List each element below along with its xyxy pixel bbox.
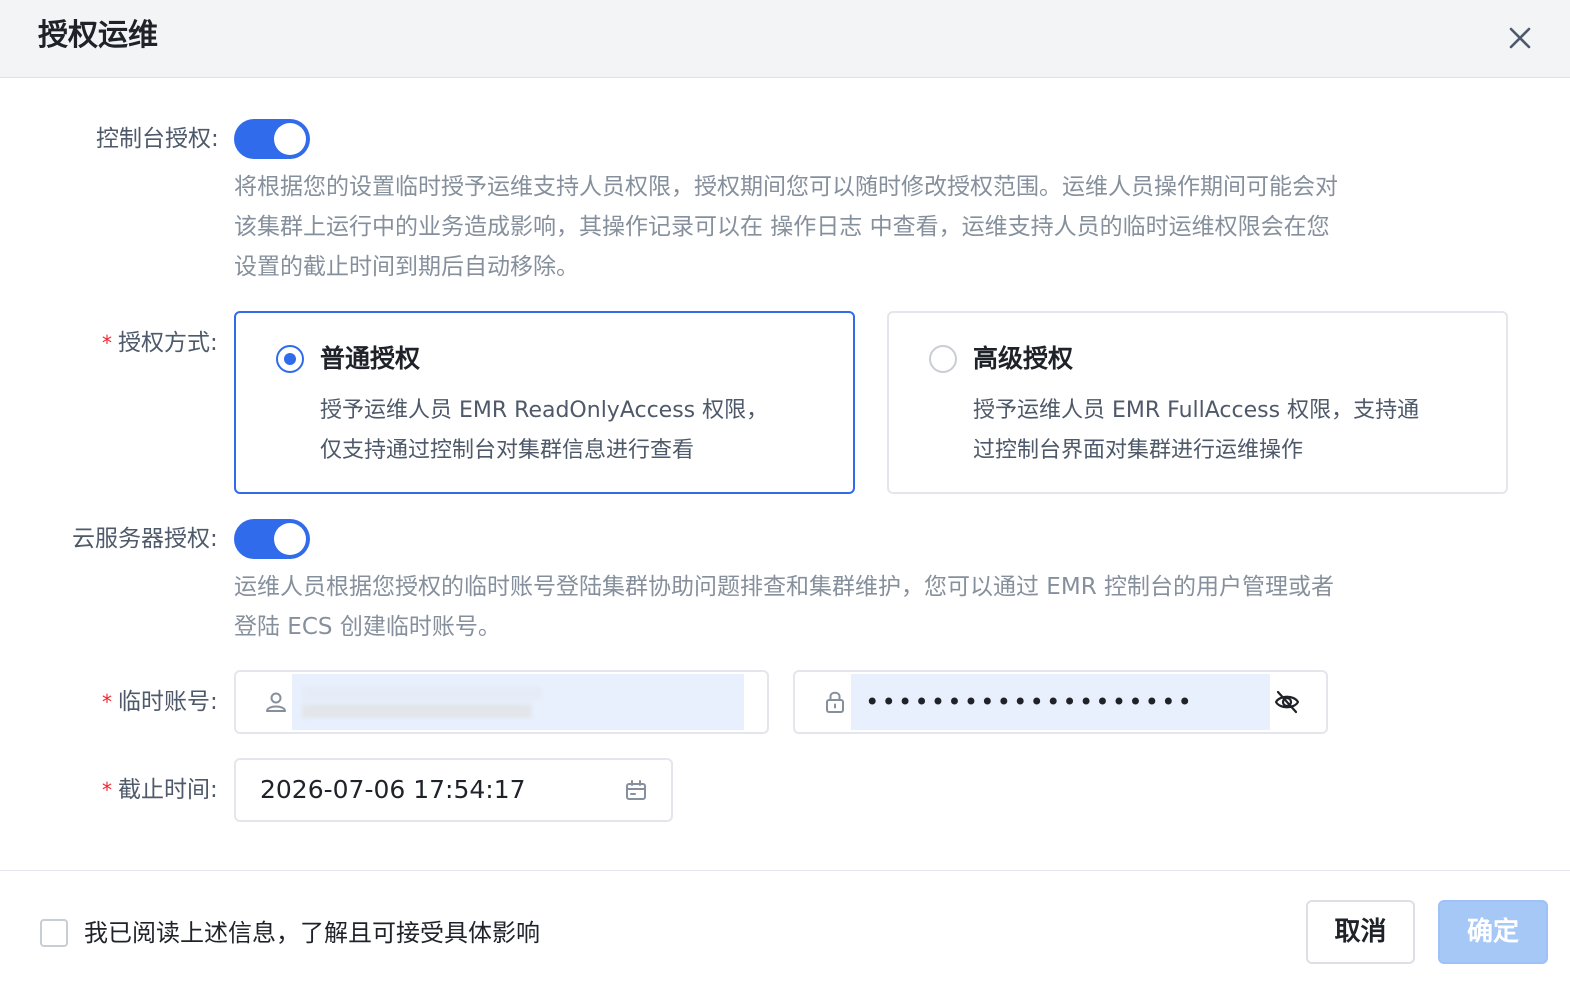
description-line: 授予运维人员 EMR FullAccess 权限，支持通 [973,398,1420,423]
required-mark: * [102,690,112,714]
server-auth-label: 云服务器授权: [72,526,218,552]
username-input[interactable] [234,670,769,734]
deadline-label: * 截止时间: [102,774,218,806]
footer-divider [0,870,1570,871]
description-line: 登陆 ECS 创建临时账号。 [234,614,501,640]
temp-account-label-text: 临时账号: [118,689,218,715]
console-auth-toggle[interactable] [234,119,310,159]
dialog-header: 授权运维 [0,0,1570,78]
deadline-label-text: 截止时间: [118,777,218,803]
dialog-title: 授权运维 [38,18,158,53]
auth-option-title: 高级授权 [973,344,1074,373]
server-auth-toggle[interactable] [234,519,310,559]
cancel-button[interactable]: 取消 [1306,900,1415,964]
server-auth-description: 运维人员根据您授权的临时账号登陆集群协助问题排查和集群维护，您可以通过 EMR … [234,567,1534,647]
auth-option-description: 授予运维人员 EMR FullAccess 权限，支持通 过控制台界面对集群进行… [973,391,1473,471]
console-auth-description: 将根据您的设置临时授予运维支持人员权限，授权期间您可以随时修改授权范围。运维人员… [234,167,1534,287]
auth-option-title: 普通授权 [320,344,421,373]
user-icon [266,692,286,712]
deadline-value: 2026-07-06 17:54:17 [260,775,526,804]
username-autofill [292,674,744,730]
auth-option-advanced[interactable]: 高级授权 授予运维人员 EMR FullAccess 权限，支持通 过控制台界面… [887,311,1508,494]
radio-unselected[interactable] [929,345,957,373]
description-line: 过控制台界面对集群进行运维操作 [973,438,1304,463]
deadline-date-picker[interactable]: 2026-07-06 17:54:17 [234,758,673,822]
description-line: 仅支持通过控制台对集群信息进行查看 [320,438,695,463]
lock-icon [826,691,844,713]
description-line: 该集群上运行中的业务造成影响，其操作记录可以在 操作日志 中查看，运维支持人员的… [234,214,1330,240]
auth-mode-label-text: 授权方式: [118,330,218,356]
temp-account-label: * 临时账号: [102,686,218,718]
radio-selected[interactable] [276,345,304,373]
agree-checkbox[interactable] [40,919,68,947]
console-auth-label: 控制台授权: [96,126,219,152]
auth-mode-label: * 授权方式: [102,327,218,359]
close-icon [1509,27,1531,49]
toggle-knob [274,123,306,155]
auth-option-description: 授予运维人员 EMR ReadOnlyAccess 权限， 仅支持通过控制台对集… [320,391,820,471]
redacted-text [302,704,532,718]
close-button[interactable] [1500,18,1540,58]
eye-off-icon[interactable] [1273,688,1301,716]
agree-label[interactable]: 我已阅读上述信息，了解且可接受具体影响 [84,916,540,950]
required-mark: * [102,331,112,355]
required-mark: * [102,778,112,802]
description-line: 运维人员根据您授权的临时账号登陆集群协助问题排查和集群维护，您可以通过 EMR … [234,574,1334,600]
confirm-button[interactable]: 确定 [1438,900,1548,964]
description-line: 设置的截止时间到期后自动移除。 [234,254,579,280]
calendar-icon [626,780,646,800]
auth-option-normal[interactable]: 普通授权 授予运维人员 EMR ReadOnlyAccess 权限， 仅支持通过… [234,311,855,494]
toggle-knob [274,523,306,555]
password-value: •••••••••••••••••••• [865,688,1194,716]
password-input[interactable]: •••••••••••••••••••• [793,670,1328,734]
description-line: 将根据您的设置临时授予运维支持人员权限，授权期间您可以随时修改授权范围。运维人员… [234,174,1338,200]
description-line: 授予运维人员 EMR ReadOnlyAccess 权限， [320,398,769,423]
redacted-text [302,686,542,700]
